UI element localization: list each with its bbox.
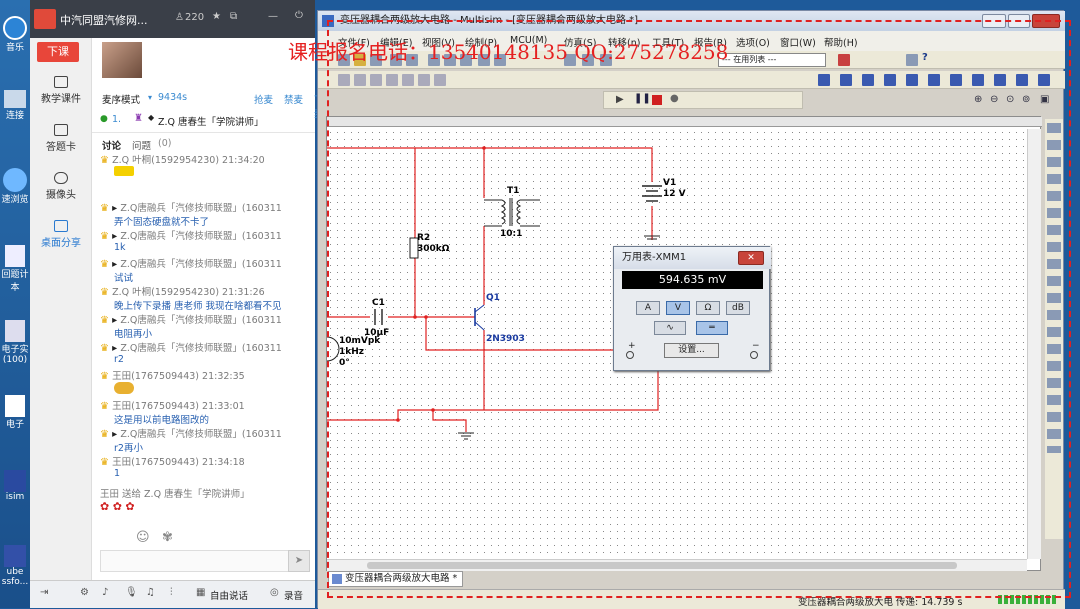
t1-label: T1: [507, 186, 519, 196]
decibel-button[interactable]: dB: [726, 301, 750, 315]
q1-model: 2N3903: [486, 334, 525, 344]
q1-label: Q1: [486, 293, 500, 303]
wires: [327, 147, 659, 432]
ac-source[interactable]: 10mVpk 1kHz 0°: [326, 336, 381, 368]
wire: [327, 147, 416, 238]
r2-label: R2: [417, 233, 430, 243]
source-amplitude: 10mVpk: [339, 336, 381, 346]
transformer-secondary: [516, 199, 522, 225]
junction: [482, 146, 486, 150]
battery-v1[interactable]: V1 12 V: [642, 178, 686, 202]
ac-mode-button[interactable]: ∿: [654, 321, 686, 335]
source-circle: [326, 336, 340, 362]
positive-terminal-label: +: [628, 341, 636, 351]
transistor-q1[interactable]: Q1 2N3903: [474, 293, 525, 344]
v1-value: 12 V: [663, 189, 686, 199]
multimeter-reading: 594.635 mV: [622, 271, 763, 289]
multimeter-window[interactable]: 万用表-XMM1 ✕ 594.635 mV A V Ω dB ∿ ═ + − 设…: [613, 246, 771, 371]
negative-terminal-label: −: [752, 341, 760, 351]
source-phase: 0°: [339, 358, 350, 368]
source-frequency: 1kHz: [339, 347, 364, 357]
junctions: [396, 146, 486, 422]
schematic-drawing: R2 300kΩ T1 10:1 V1 12 V C1 10µF Q1 2N39…: [326, 146, 686, 440]
voltmeter-button[interactable]: V: [666, 301, 690, 315]
r2-value: 300kΩ: [417, 244, 450, 254]
close-icon[interactable]: ✕: [738, 251, 764, 265]
ammeter-button[interactable]: A: [636, 301, 660, 315]
wire: [327, 370, 659, 421]
course-contact-overlay: 课程报名电话：13540148135 QQ:275278258: [288, 40, 729, 64]
transistor-emitter: [474, 321, 485, 331]
ground-symbol: [458, 432, 474, 440]
wire: [415, 147, 485, 198]
junction: [431, 408, 435, 412]
wire: [484, 147, 653, 182]
transformer-primary: [500, 199, 506, 225]
junction: [413, 315, 417, 319]
junction: [424, 315, 428, 319]
resistor-r2[interactable]: R2 300kΩ: [409, 233, 450, 259]
dc-mode-button[interactable]: ═: [696, 321, 728, 335]
ohmmeter-button[interactable]: Ω: [696, 301, 720, 315]
c1-label: C1: [372, 298, 385, 308]
positive-terminal[interactable]: [626, 351, 634, 359]
transformer-t1[interactable]: T1 10:1: [484, 186, 540, 239]
v1-label: V1: [663, 178, 676, 188]
transistor-collector: [474, 304, 485, 313]
capacitor-c1[interactable]: C1 10µF: [364, 298, 389, 338]
negative-terminal[interactable]: [750, 351, 758, 359]
t1-ratio: 10:1: [500, 229, 522, 239]
wire: [432, 410, 467, 432]
settings-button[interactable]: 设置...: [664, 343, 719, 358]
junction: [396, 418, 400, 422]
